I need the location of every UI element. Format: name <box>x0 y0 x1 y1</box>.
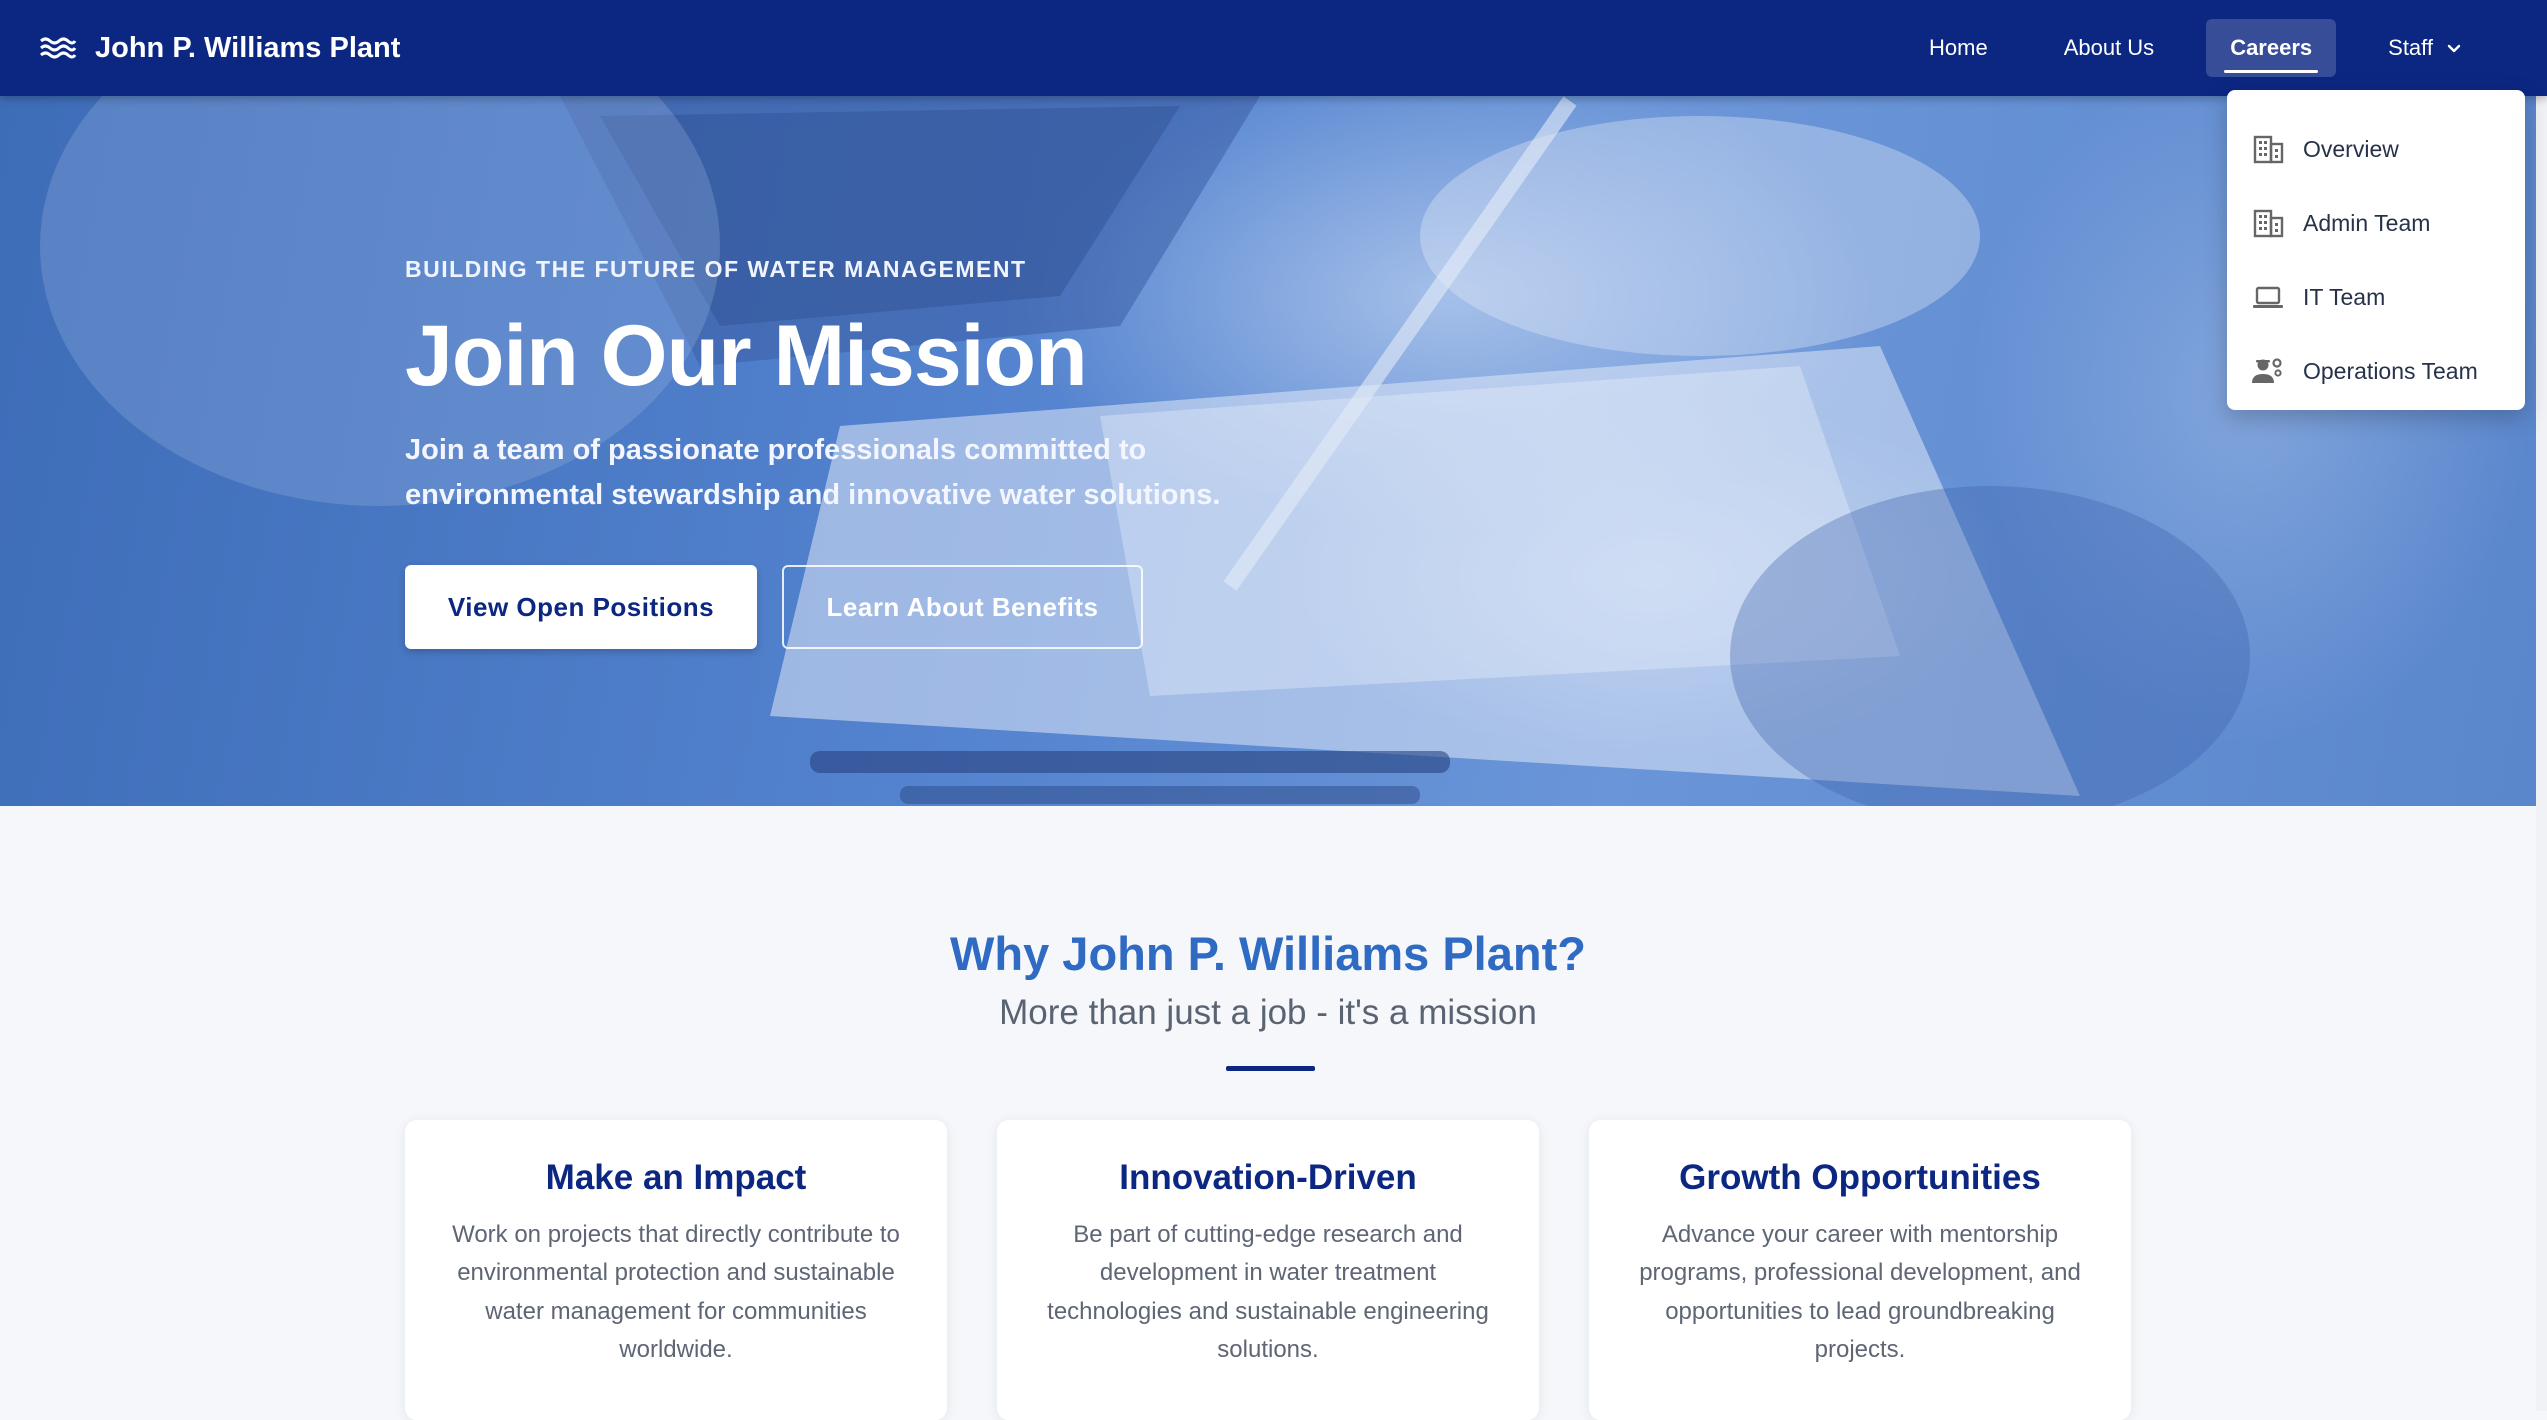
nav-careers[interactable]: Careers <box>2206 19 2337 77</box>
menu-item-label: Overview <box>2303 135 2399 162</box>
nav-about-us[interactable]: About Us <box>2040 19 2179 77</box>
section-title: Why John P. Williams Plant? <box>950 927 1586 980</box>
card-text: Advance your career with mentorship prog… <box>1639 1221 2081 1364</box>
hero-subtitle: Join a team of passionate professionals … <box>405 433 1221 511</box>
nav-staff[interactable]: Staff <box>2364 19 2487 77</box>
menu-item-label: Admin Team <box>2303 209 2431 236</box>
building-icon <box>2253 135 2284 164</box>
window-edge <box>2536 0 2547 1411</box>
nav-staff-label: Staff <box>2388 35 2433 60</box>
nav-links: Home About Us Careers Staff <box>1905 0 2487 96</box>
building-icon <box>2253 209 2284 238</box>
staff-dropdown-menu: Overview Admin Team IT Team Operations T… <box>2227 90 2525 410</box>
menu-item-label: Operations Team <box>2303 357 2478 384</box>
hero-buttons: View Open Positions Learn About Benefits <box>405 565 1705 650</box>
hero-banner: BUILDING THE FUTURE OF WATER MANAGEMENT … <box>0 96 2536 806</box>
nav-home[interactable]: Home <box>1905 19 2012 77</box>
hero-title: Join Our Mission <box>405 308 1088 404</box>
laptop-icon <box>2253 286 2283 308</box>
menu-item-operations-team[interactable]: Operations Team <box>2227 334 2525 408</box>
hero-kicker: BUILDING THE FUTURE OF WATER MANAGEMENT <box>405 256 1027 282</box>
waves-icon <box>40 37 77 59</box>
menu-item-it-team[interactable]: IT Team <box>2227 260 2525 334</box>
brand-name: John P. Williams Plant <box>95 31 401 64</box>
view-open-positions-button[interactable]: View Open Positions <box>405 565 757 650</box>
hero-content: BUILDING THE FUTURE OF WATER MANAGEMENT … <box>405 256 1705 650</box>
section-divider <box>1226 1066 1315 1071</box>
chevron-down-icon <box>2447 44 2461 53</box>
brand-logo[interactable]: John P. Williams Plant <box>39 0 400 96</box>
feature-card-innovation: Innovation-Driven Be part of cutting-edg… <box>997 1120 1539 1420</box>
why-section: Why John P. Williams Plant? More than ju… <box>0 806 2536 1420</box>
top-navbar: John P. Williams Plant Home About Us Car… <box>0 0 2547 96</box>
card-text: Be part of cutting-edge research and dev… <box>1047 1221 1489 1364</box>
card-title: Innovation-Driven <box>1119 1158 1417 1197</box>
card-title: Growth Opportunities <box>1679 1158 2041 1197</box>
feature-card-impact: Make an Impact Work on projects that dir… <box>405 1120 947 1420</box>
menu-item-overview[interactable]: Overview <box>2227 112 2525 186</box>
engineering-icon <box>2252 358 2282 383</box>
menu-item-label: IT Team <box>2303 283 2386 310</box>
card-title: Make an Impact <box>545 1158 807 1197</box>
section-subtitle: More than just a job - it's a mission <box>999 993 1537 1032</box>
learn-about-benefits-button[interactable]: Learn About Benefits <box>782 565 1143 650</box>
feature-card-growth: Growth Opportunities Advance your career… <box>1589 1120 2131 1420</box>
menu-item-admin-team[interactable]: Admin Team <box>2227 186 2525 260</box>
card-text: Work on projects that directly contribut… <box>452 1221 900 1364</box>
